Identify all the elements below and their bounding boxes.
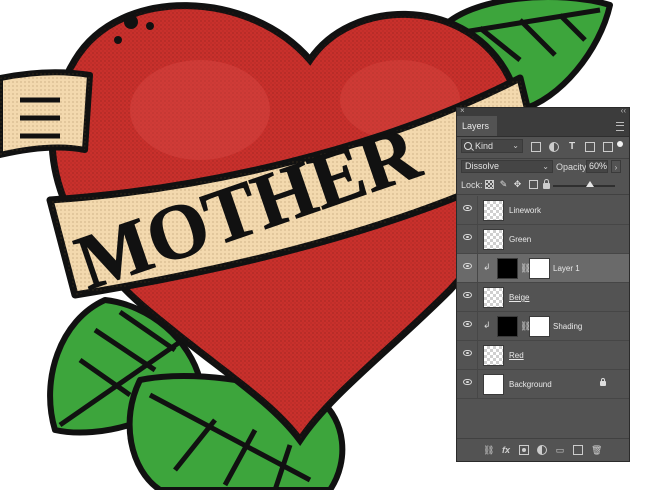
lock-image-pixels-icon[interactable]: ✎ — [499, 180, 508, 189]
divider — [477, 254, 478, 282]
visibility-eye-icon[interactable] — [463, 263, 472, 269]
layer-thumbnail — [483, 287, 504, 308]
layer-name[interactable]: Red — [509, 351, 524, 360]
layer-name[interactable]: Shading — [553, 322, 582, 331]
lock-row: Lock: ✎ ✥ — [457, 176, 629, 194]
shape-filter-icon[interactable] — [585, 142, 595, 152]
layer-row-background[interactable]: Background — [457, 370, 629, 399]
divider — [477, 196, 478, 224]
lock-position-icon[interactable]: ✥ — [513, 180, 522, 189]
add-mask-icon[interactable] — [519, 445, 529, 455]
filter-kind-select[interactable]: Kind ⌄ — [461, 139, 523, 153]
layer-mask-thumbnail[interactable] — [529, 316, 550, 337]
new-layer-icon[interactable] — [573, 445, 583, 455]
chevron-down-icon: ⌄ — [542, 162, 549, 171]
clipping-mask-icon: ↲ — [483, 262, 491, 272]
layer-name[interactable]: Beige — [509, 293, 529, 302]
opacity-input[interactable]: 60% — [586, 160, 608, 173]
image-filter-icon[interactable] — [531, 142, 541, 152]
layer-row-linework[interactable]: Linework — [457, 196, 629, 225]
lock-pixels-icon[interactable] — [485, 180, 494, 189]
visibility-eye-icon[interactable] — [463, 321, 472, 327]
group-icon[interactable]: ▭ — [555, 445, 565, 455]
tab-layers[interactable]: Layers — [457, 116, 497, 136]
layer-row-shading[interactable]: ↲ ⛓ Shading — [457, 312, 629, 341]
fx-icon[interactable]: fx — [501, 445, 511, 455]
filter-kind-value: Kind — [475, 141, 494, 151]
panel-titlebar[interactable]: × ‹‹ — [457, 106, 629, 116]
lock-icon — [600, 378, 606, 386]
visibility-eye-icon[interactable] — [463, 205, 472, 211]
layer-thumbnail — [497, 316, 518, 337]
layers-panel: × ‹‹ Layers Kind ⌄ T Dissolve ⌄ Opacity:… — [456, 106, 630, 462]
panel-menu-icon[interactable] — [616, 122, 624, 131]
divider — [477, 312, 478, 340]
layer-thumbnail — [483, 345, 504, 366]
divider — [457, 194, 629, 195]
adjustment-layer-icon[interactable] — [537, 445, 547, 455]
layer-thumbnail — [483, 374, 504, 395]
divider — [477, 341, 478, 369]
blend-row: Dissolve ⌄ Opacity: 60% › — [457, 158, 629, 176]
opacity-slider[interactable] — [553, 181, 615, 187]
layer-row-layer-1[interactable]: ↲ ⛓ Layer 1 — [457, 254, 629, 283]
layer-row-green[interactable]: Green — [457, 225, 629, 254]
blend-mode-value: Dissolve — [465, 161, 500, 171]
layer-thumbnail — [483, 200, 504, 221]
layer-name[interactable]: Background — [509, 380, 552, 389]
chevron-down-icon: ⌄ — [512, 141, 519, 150]
layer-name[interactable]: Layer 1 — [553, 264, 580, 273]
panel-bottom-toolbar: ⛓ fx ▭ 🗑 — [457, 438, 629, 461]
visibility-eye-icon[interactable] — [463, 350, 472, 356]
panel-tab-bar: Layers — [457, 116, 629, 137]
link-layers-icon[interactable]: ⛓ — [483, 445, 494, 455]
layer-list: Linework Green ↲ ⛓ Layer 1 Beige ↲ ⛓ Sha… — [457, 196, 629, 399]
collapse-panel-icon[interactable]: ‹‹ — [621, 106, 626, 115]
lock-artboard-icon[interactable] — [529, 180, 538, 189]
smart-object-filter-icon[interactable] — [603, 142, 613, 152]
divider — [477, 225, 478, 253]
filter-toggle-icon[interactable] — [617, 141, 623, 147]
blend-mode-select[interactable]: Dissolve ⌄ — [461, 160, 553, 173]
layer-row-red[interactable]: Red — [457, 341, 629, 370]
opacity-slider-thumb[interactable] — [586, 181, 594, 187]
visibility-eye-icon[interactable] — [463, 292, 472, 298]
adjustment-filter-icon[interactable] — [549, 142, 559, 152]
layer-row-beige[interactable]: Beige — [457, 283, 629, 312]
divider — [477, 283, 478, 311]
lock-label: Lock: — [461, 180, 483, 190]
type-filter-icon[interactable]: T — [567, 142, 577, 152]
banner-tail — [0, 69, 93, 158]
layer-name[interactable]: Linework — [509, 206, 541, 215]
opacity-dropdown-icon[interactable]: › — [611, 160, 621, 173]
visibility-eye-icon[interactable] — [463, 234, 472, 240]
divider — [477, 370, 478, 398]
layer-mask-thumbnail[interactable] — [529, 258, 550, 279]
layer-thumbnail — [497, 258, 518, 279]
layer-name[interactable]: Green — [509, 235, 531, 244]
clipping-mask-icon: ↲ — [483, 320, 491, 330]
close-panel-icon[interactable]: × — [460, 106, 465, 115]
lock-all-icon[interactable] — [543, 179, 550, 189]
delete-icon[interactable]: 🗑 — [591, 445, 602, 455]
visibility-eye-icon[interactable] — [463, 379, 472, 385]
layer-thumbnail — [483, 229, 504, 250]
search-icon — [464, 142, 472, 150]
opacity-label: Opacity: — [556, 162, 590, 172]
filter-row: Kind ⌄ T — [457, 136, 629, 158]
